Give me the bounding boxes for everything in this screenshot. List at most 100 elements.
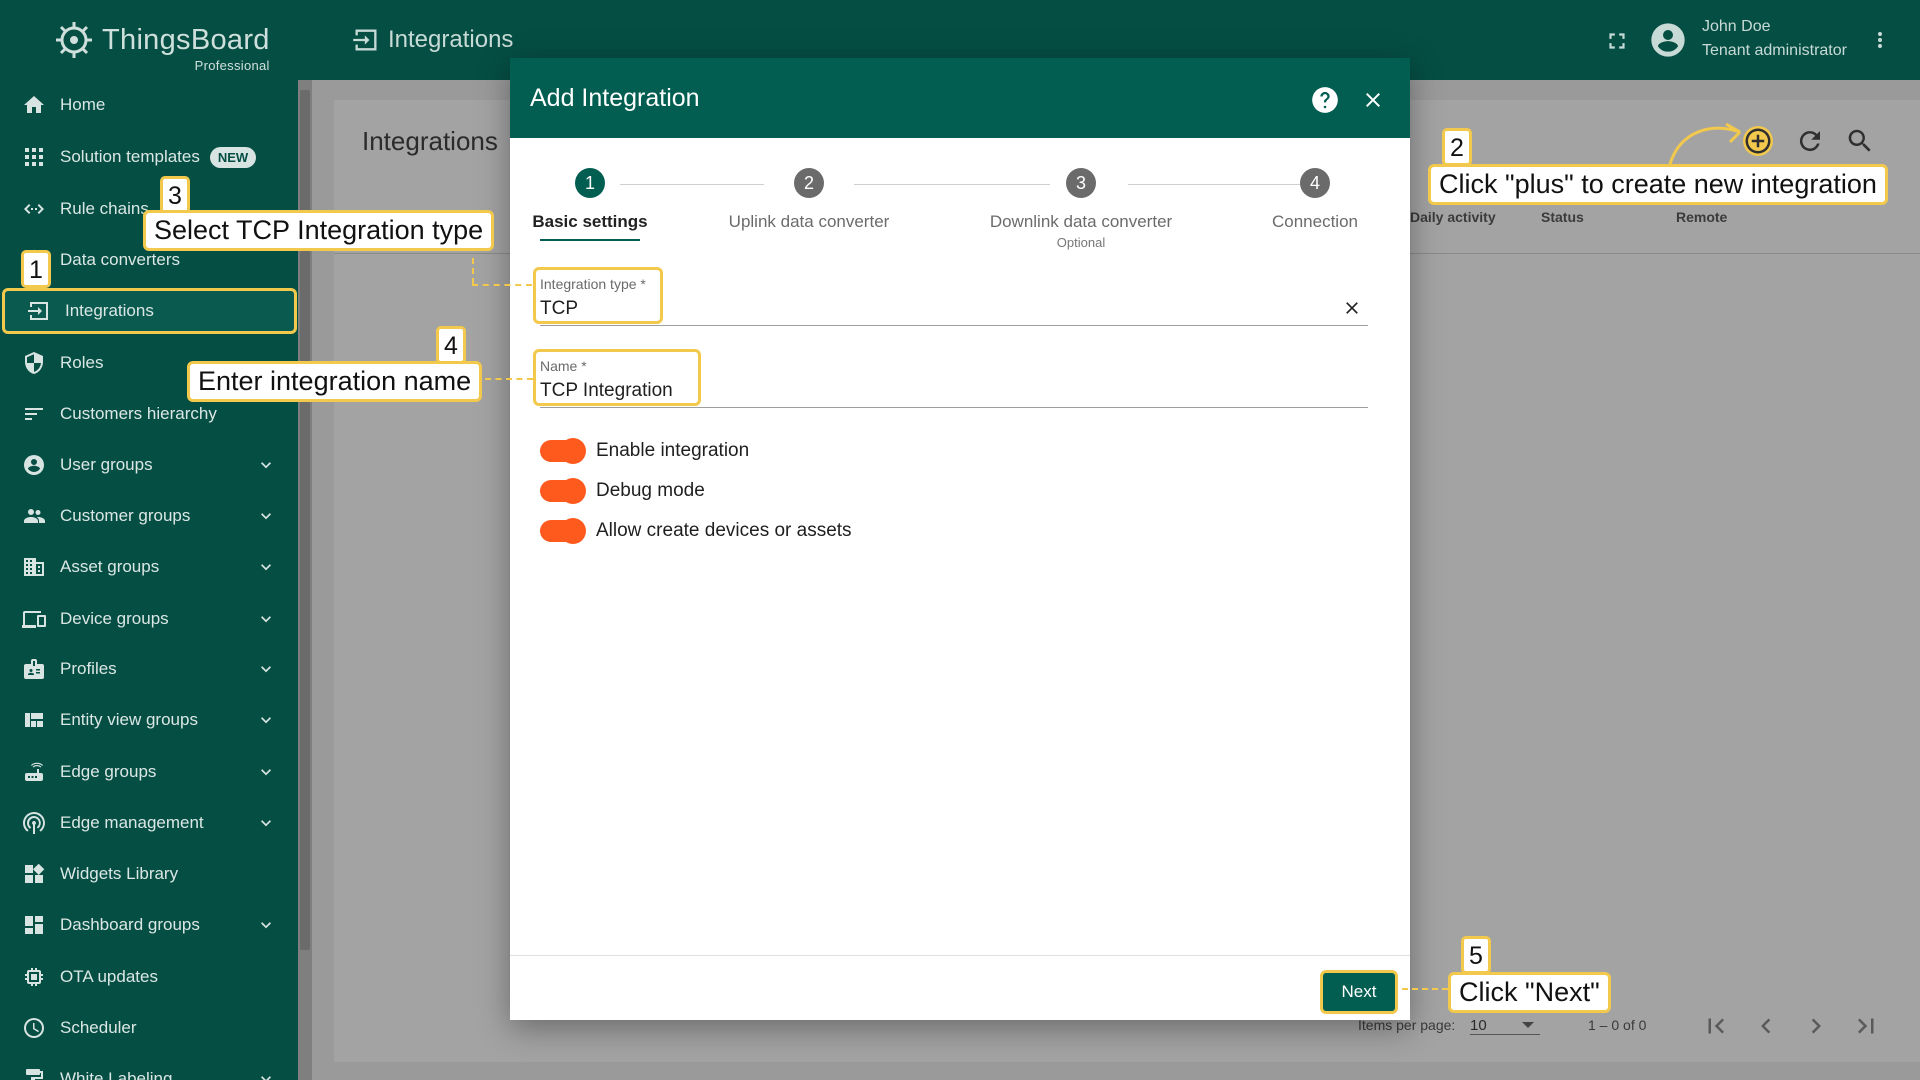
page-title: Integrations [362, 126, 498, 156]
allow-create-devices-toggle[interactable] [540, 518, 586, 544]
logo-name: ThingsBoard [102, 23, 270, 56]
dialog-header: Add Integration [510, 58, 1410, 138]
chevron-down-icon[interactable] [256, 506, 276, 526]
account-icon [20, 451, 48, 479]
toggle-label: Enable integration [596, 440, 750, 461]
enable-integration-toggle[interactable] [540, 438, 586, 464]
sidebar-item-label: Customer groups [60, 506, 191, 525]
sidebar-item-profiles[interactable]: Profiles [0, 646, 294, 692]
chip-icon [20, 963, 48, 991]
sidebar-item-edge-groups[interactable]: Edge groups [0, 749, 294, 795]
sidebar-item-user-groups[interactable]: User groups [0, 442, 294, 488]
clear-icon[interactable] [1342, 298, 1362, 318]
input-icon [25, 297, 53, 325]
chevron-down-icon[interactable] [256, 762, 276, 782]
annotation-callout-4: Enter integration name [187, 361, 483, 402]
logo[interactable]: ThingsBoard Professional [0, 0, 298, 80]
user-name[interactable]: John Doe [1702, 18, 1771, 36]
step-basic-settings[interactable]: 1 Basic settings [490, 168, 690, 232]
previous-page-button[interactable] [1751, 1011, 1781, 1041]
next-page-button[interactable] [1801, 1011, 1831, 1041]
step-connection[interactable]: 4 Connection [1215, 168, 1415, 232]
sidebar-item-dashboard-groups[interactable]: Dashboard groups [0, 902, 294, 948]
chevron-down-icon[interactable] [256, 557, 276, 577]
annotation-connector [472, 284, 532, 286]
annotation-number-5: 5 [1461, 936, 1491, 974]
sidebar-item-white-labeling[interactable]: White Labeling [0, 1056, 294, 1080]
column-header-status[interactable]: Status [1541, 209, 1584, 225]
sidebar-item-widgets-library[interactable]: Widgets Library [0, 851, 294, 897]
integration-type-select[interactable]: Integration type * TCP [540, 264, 1368, 326]
antenna-icon [20, 809, 48, 837]
dropdown-arrow-icon[interactable] [1522, 1022, 1534, 1028]
more-vert-icon[interactable] [1868, 28, 1892, 52]
chevron-down-icon[interactable] [256, 659, 276, 679]
sidebar-item-integrations[interactable]: Integrations [2, 288, 297, 334]
refresh-button[interactable] [1795, 126, 1825, 156]
home-icon [20, 91, 48, 119]
sidebar-item-label: Integrations [65, 301, 154, 320]
logo-edition: Professional [194, 57, 270, 73]
search-button[interactable] [1845, 126, 1875, 156]
page-title-top: Integrations [352, 26, 513, 54]
help-icon [1312, 87, 1338, 113]
chevron-down-icon[interactable] [256, 710, 276, 730]
format-paint-icon [20, 1065, 48, 1080]
column-header-remote[interactable]: Remote [1676, 209, 1727, 225]
debug-mode-toggle[interactable] [540, 478, 586, 504]
next-button[interactable]: Next [1320, 970, 1398, 1014]
sidebar-item-scheduler[interactable]: Scheduler [0, 1005, 294, 1051]
sidebar-item-customer-groups[interactable]: Customer groups [0, 493, 294, 539]
chevron-down-icon[interactable] [256, 813, 276, 833]
building-icon [20, 553, 48, 581]
column-header-daily-activity[interactable]: Daily activity [1410, 209, 1496, 225]
chevron-down-icon[interactable] [256, 455, 276, 475]
hierarchy-icon [20, 400, 48, 428]
step-downlink-data-converter[interactable]: 3 Downlink data converter Optional [981, 168, 1181, 250]
sidebar-item-edge-management[interactable]: Edge management [0, 800, 294, 846]
fullscreen-icon[interactable] [1604, 28, 1630, 54]
first-page-button[interactable] [1701, 1011, 1731, 1041]
pagination-range: 1 – 0 of 0 [1588, 1017, 1647, 1033]
avatar[interactable] [1648, 20, 1688, 60]
widgets-icon [20, 860, 48, 888]
sidebar-item-label: Profiles [60, 659, 117, 678]
toggle-label: Allow create devices or assets [596, 520, 852, 541]
sidebar-item-label: OTA updates [60, 967, 158, 986]
shield-icon [20, 349, 48, 377]
annotation-connector [472, 258, 474, 284]
refresh-icon [1799, 131, 1820, 152]
annotation-arrow [1668, 122, 1742, 165]
badge-icon [20, 655, 48, 683]
sidebar-item-label: Asset groups [60, 557, 160, 576]
active-step-indicator [540, 239, 640, 241]
chevron-down-icon[interactable] [256, 915, 276, 935]
debug-mode-toggle-row[interactable]: Debug mode [540, 476, 705, 506]
sidebar-item-label: Rule chains [60, 199, 149, 218]
sidebar-item-entity-view-groups[interactable]: Entity view groups [0, 697, 294, 743]
sidebar-item-device-groups[interactable]: Device groups [0, 596, 294, 642]
sidebar-item-ota-updates[interactable]: OTA updates [0, 954, 294, 1000]
sidebar-item-home[interactable]: Home [0, 82, 294, 128]
last-page-button[interactable] [1851, 1011, 1881, 1041]
step-number: 3 [1066, 168, 1096, 198]
chevron-right-icon [1811, 1018, 1821, 1034]
step-label: Uplink data converter [728, 212, 890, 231]
chevron-left-icon [1761, 1018, 1771, 1034]
enable-integration-toggle-row[interactable]: Enable integration [540, 436, 749, 466]
help-button[interactable] [1311, 86, 1339, 114]
dashboard-icon [20, 911, 48, 939]
step-uplink-data-converter[interactable]: 2 Uplink data converter [709, 168, 909, 232]
allow-create-devices-toggle-row[interactable]: Allow create devices or assets [540, 516, 852, 546]
sidebar-item-label: Home [60, 95, 106, 114]
chevron-down-icon[interactable] [256, 1069, 276, 1080]
sidebar-item-solution-templates[interactable]: Solution templates NEW [0, 134, 294, 180]
thingsboard-logo-icon [56, 22, 92, 58]
close-button[interactable] [1361, 88, 1385, 112]
sidebar-item-asset-groups[interactable]: Asset groups [0, 544, 294, 590]
name-field-highlight [533, 349, 701, 406]
sidebar-item-label: Dashboard groups [60, 915, 200, 934]
chevron-down-icon[interactable] [256, 609, 276, 629]
code-arrows-icon [20, 195, 48, 223]
step-number: 4 [1300, 168, 1330, 198]
